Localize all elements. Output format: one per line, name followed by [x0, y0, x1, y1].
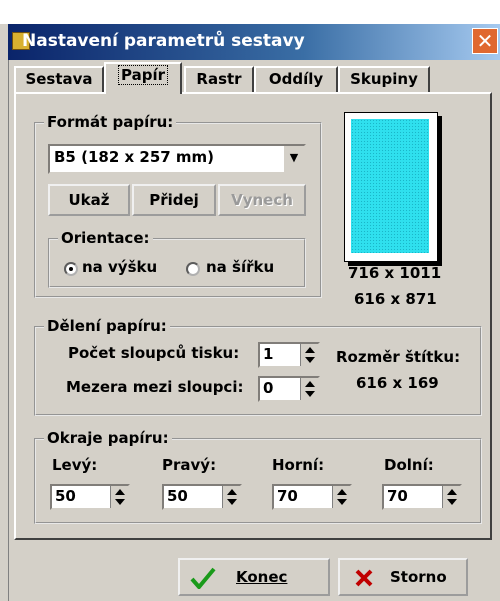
margin-right-label: Pravý: — [162, 456, 217, 474]
margin-bottom-label: Dolní: — [384, 456, 434, 474]
paper-division-title: Dělení papíru: — [44, 317, 170, 335]
show-button[interactable]: Ukaž — [48, 184, 130, 216]
column-gap-label: Mezera mezi sloupci: — [66, 378, 244, 396]
spinner-arrows-icon[interactable] — [332, 486, 350, 508]
tab-sestava[interactable]: Sestava — [14, 66, 104, 92]
left-edge — [0, 24, 9, 601]
remove-button: Vynech — [218, 184, 306, 216]
columns-stepper[interactable]: 1 — [258, 342, 320, 368]
checkmark-icon — [190, 567, 216, 589]
ok-button[interactable]: Konec — [178, 558, 330, 596]
add-button[interactable]: Přidej — [132, 184, 216, 216]
paper-format-title: Formát papíru: — [44, 113, 177, 131]
landscape-label[interactable]: na šířku — [206, 258, 274, 276]
add-button-label: Přidej — [149, 191, 199, 209]
spinner-arrows-icon[interactable] — [222, 486, 240, 508]
tab-label: Oddíly — [268, 70, 324, 88]
dialog-window: Nastavení parametrů sestavy ✕ Sestava Pa… — [0, 0, 500, 601]
margin-top-value: 70 — [277, 487, 298, 505]
close-icon: ✕ — [476, 29, 494, 53]
margin-right-value: 50 — [167, 487, 188, 505]
margin-left-value: 50 — [55, 487, 76, 505]
tab-rastr[interactable]: Rastr — [184, 66, 254, 92]
tab-label: Papír — [118, 65, 168, 85]
remove-button-label: Vynech — [231, 191, 293, 209]
cancel-button[interactable]: Storno — [338, 558, 468, 596]
tab-oddily[interactable]: Oddíly — [254, 66, 338, 92]
margin-bottom-stepper[interactable]: 70 — [382, 484, 462, 510]
margin-bottom-value: 70 — [387, 487, 408, 505]
paper-size-total: 716 x 1011 — [348, 264, 442, 282]
columns-value: 1 — [263, 345, 274, 363]
paper-format-select[interactable]: B5 (182 x 257 mm) ▼ — [48, 144, 306, 174]
margin-top-label: Horní: — [272, 456, 325, 474]
spinner-arrows-icon[interactable] — [110, 486, 128, 508]
spinner-arrows-icon[interactable] — [300, 344, 318, 366]
portrait-label[interactable]: na výšku — [82, 258, 157, 276]
tab-label: Skupiny — [350, 70, 418, 88]
cancel-x-icon — [355, 569, 373, 587]
title-bar[interactable]: Nastavení parametrů sestavy ✕ — [8, 24, 500, 60]
landscape-radio[interactable] — [186, 262, 200, 276]
spinner-arrows-icon[interactable] — [300, 378, 318, 400]
margin-right-stepper[interactable]: 50 — [162, 484, 242, 510]
paper-division-group: Dělení papíru: — [34, 317, 482, 416]
tab-label: Rastr — [196, 70, 242, 88]
paper-format-value: B5 (182 x 257 mm) — [54, 148, 215, 166]
close-button[interactable]: ✕ — [472, 28, 498, 54]
portrait-radio[interactable] — [64, 262, 78, 276]
paper-margins-title: Okraje papíru: — [44, 429, 172, 447]
chevron-down-icon[interactable]: ▼ — [282, 146, 304, 172]
column-gap-stepper[interactable]: 0 — [258, 376, 320, 402]
tab-papir[interactable]: Papír — [104, 62, 182, 94]
margin-top-stepper[interactable]: 70 — [272, 484, 352, 510]
orientation-title: Orientace: — [58, 229, 153, 247]
tab-label: Sestava — [25, 70, 93, 88]
paper-size-printable: 616 x 871 — [354, 290, 437, 308]
margin-left-label: Levý: — [52, 456, 98, 474]
margin-left-stepper[interactable]: 50 — [50, 484, 130, 510]
label-size-title: Rozměr štítku: — [336, 348, 461, 366]
printable-area — [351, 119, 429, 253]
columns-label: Počet sloupců tisku: — [68, 344, 240, 362]
column-gap-value: 0 — [263, 379, 274, 397]
paper-preview — [344, 112, 438, 262]
label-size-value: 616 x 169 — [356, 374, 439, 392]
window-title: Nastavení parametrů sestavy — [22, 31, 305, 51]
cancel-button-label: Storno — [390, 568, 447, 586]
show-button-label: Ukaž — [68, 191, 110, 209]
tab-skupiny[interactable]: Skupiny — [338, 66, 430, 92]
ok-button-label: Konec — [236, 568, 288, 586]
top-strip — [0, 0, 500, 24]
paper-margins-group: Okraje papíru: — [34, 429, 482, 524]
spinner-arrows-icon[interactable] — [442, 486, 460, 508]
